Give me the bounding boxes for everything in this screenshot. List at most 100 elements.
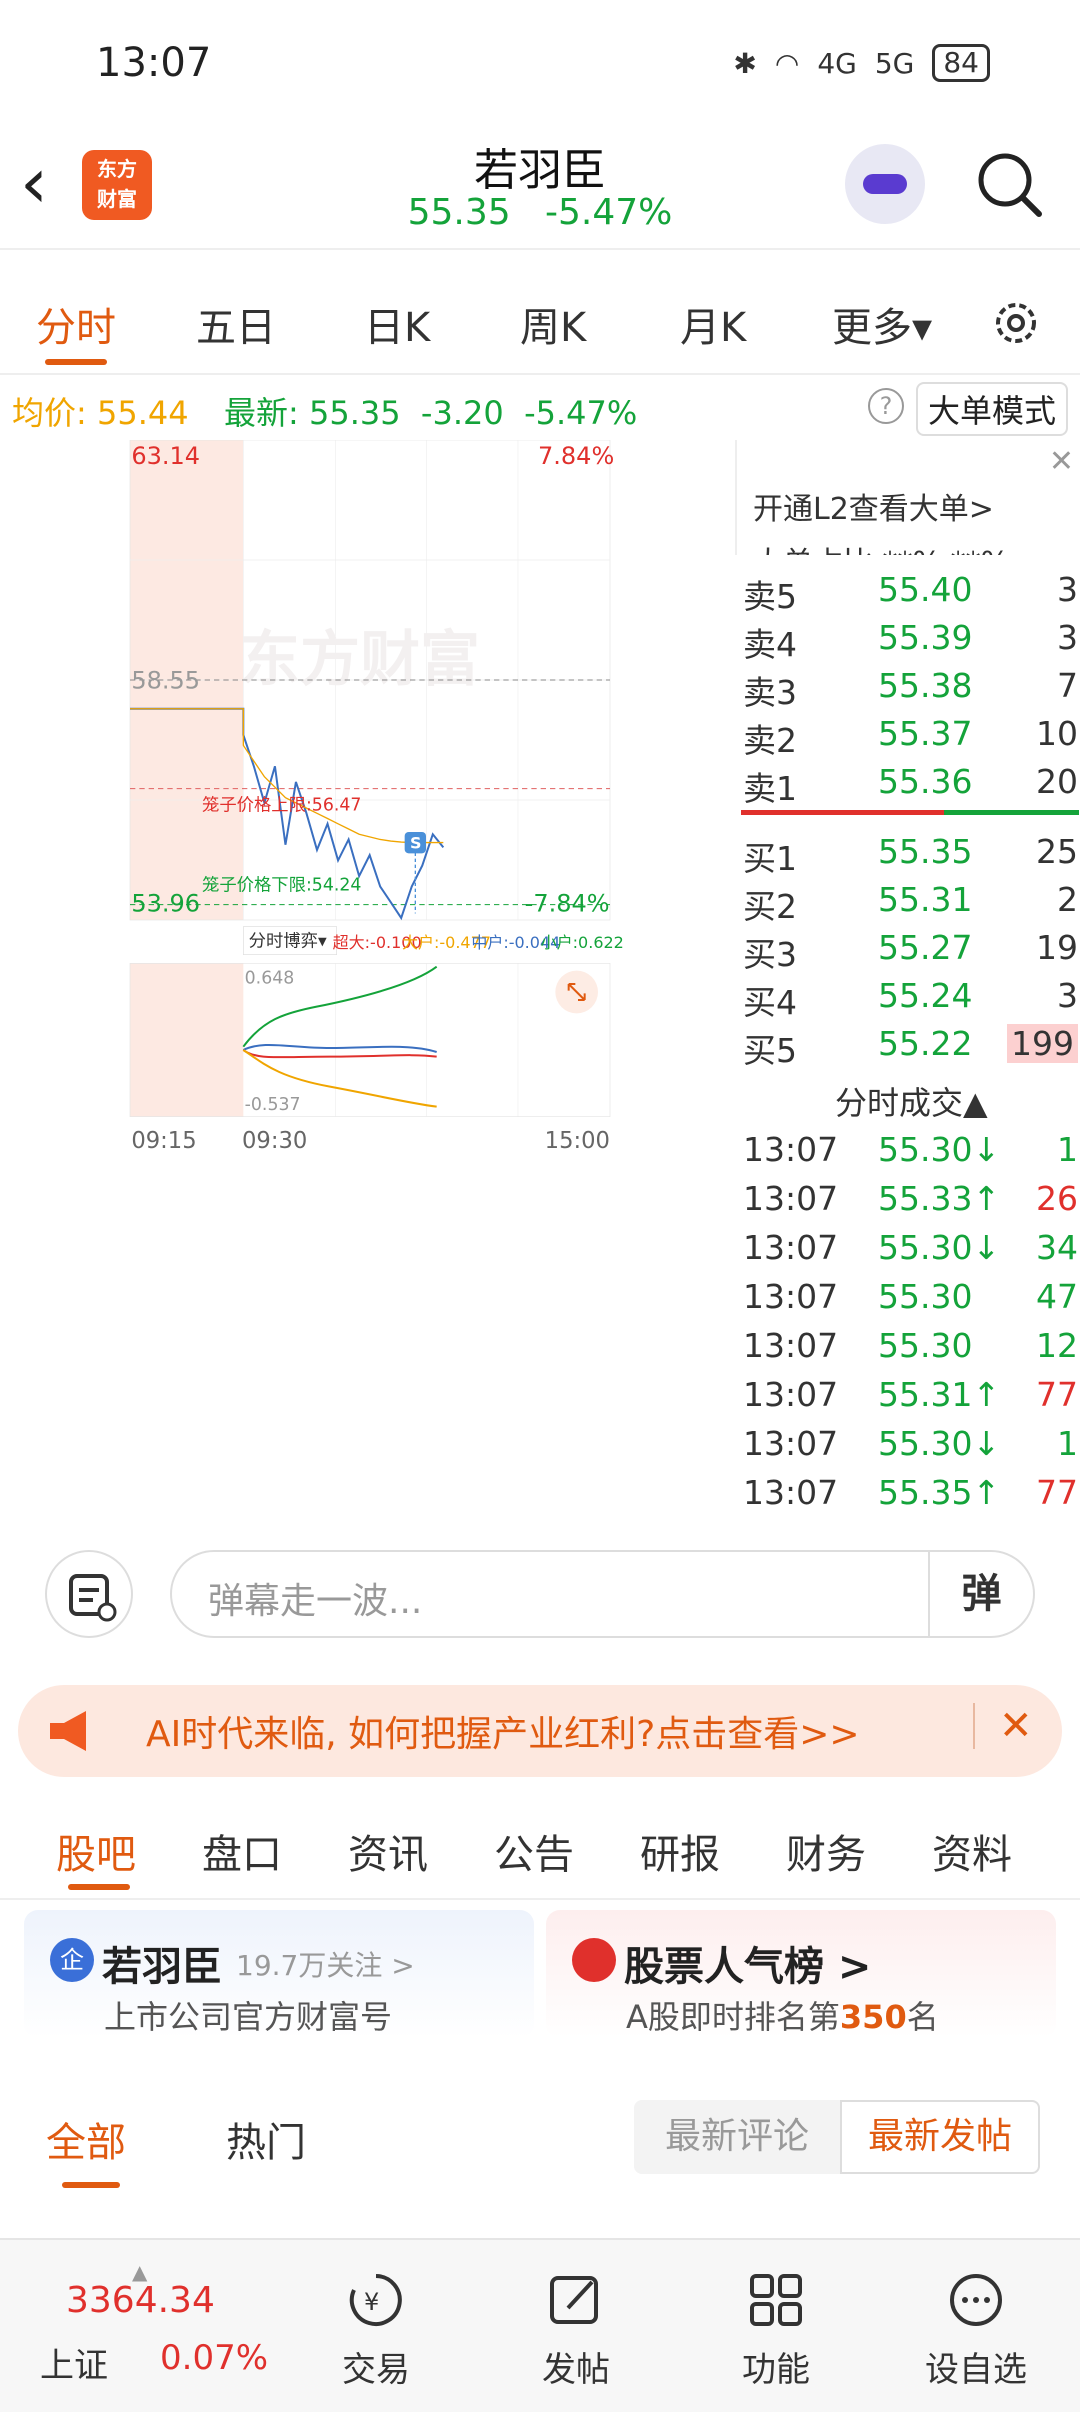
row-volume: 3 bbox=[1057, 976, 1078, 1015]
company-badge-icon: 企 bbox=[50, 1938, 94, 1982]
post-icon bbox=[550, 2276, 598, 2324]
nav-post[interactable]: 发帖 bbox=[516, 2270, 636, 2391]
nav-trade[interactable]: ¥ 交易 bbox=[316, 2270, 436, 2391]
game-dropdown[interactable]: 分时博弈▾ bbox=[249, 932, 327, 952]
row-volume: 2 bbox=[1057, 880, 1078, 919]
ask-row[interactable]: 卖1 55.36 20 bbox=[743, 762, 1078, 810]
nav-functions-label: 功能 bbox=[742, 2350, 810, 2390]
tab-research[interactable]: 研报 bbox=[640, 1822, 720, 1880]
row-price: 55.30↓ bbox=[878, 1424, 1001, 1463]
tab-guba[interactable]: 股吧 bbox=[56, 1822, 136, 1880]
close-icon[interactable]: ✕ bbox=[973, 1703, 1033, 1749]
row-volume: 19 bbox=[1036, 928, 1078, 967]
close-icon[interactable]: ✕ bbox=[1049, 444, 1074, 479]
sort-latest-comment[interactable]: 最新评论 bbox=[634, 2100, 840, 2174]
trades-title[interactable]: 分时成交▲ bbox=[835, 1078, 988, 1124]
trade-row[interactable]: 13:07 55.30 47 bbox=[743, 1277, 1078, 1325]
row-volume: 25 bbox=[1036, 832, 1078, 871]
bid-row[interactable]: 买5 55.22 199 bbox=[743, 1024, 1078, 1072]
ask-row[interactable]: 卖3 55.38 7 bbox=[743, 666, 1078, 714]
info-cards: 企 若羽臣 19.7万关注 > 上市公司官方财富号 股票人气榜 > A股即时排名… bbox=[0, 1910, 1080, 2050]
tab-daily-k[interactable]: 日K bbox=[364, 295, 430, 353]
l2-promo-text[interactable]: 开通L2查看大单> bbox=[753, 484, 994, 528]
tab-all[interactable]: 全部 bbox=[46, 2110, 126, 2168]
barrage-settings-icon[interactable] bbox=[45, 1550, 133, 1638]
tab-hot[interactable]: 热门 bbox=[226, 2110, 306, 2168]
l2-promo[interactable]: 开通L2查看大单> 大单占比 **% **% ✕ bbox=[735, 440, 1080, 555]
nav-add-watchlist[interactable]: 设自选 bbox=[916, 2270, 1036, 2391]
trade-row[interactable]: 13:07 55.30↓ 34 bbox=[743, 1228, 1078, 1276]
row-price: 55.30 bbox=[878, 1326, 973, 1365]
row-volume: 26 bbox=[1036, 1179, 1078, 1218]
trade-row[interactable]: 13:07 55.30↓ 1 bbox=[743, 1424, 1078, 1472]
row-label: 13:07 bbox=[743, 1424, 839, 1463]
tab-news[interactable]: 资讯 bbox=[348, 1822, 428, 1880]
big-order-mode-button[interactable]: 大单模式 bbox=[916, 382, 1069, 436]
bid-row[interactable]: 买1 55.35 25 bbox=[743, 832, 1078, 880]
row-label: 卖2 bbox=[743, 721, 797, 760]
barrage-send-button[interactable]: 弹 bbox=[928, 1552, 1033, 1636]
barrage-bar: 弹幕走一波... 弹 bbox=[0, 1545, 1080, 1655]
tab-intraday[interactable]: 分时 bbox=[36, 295, 116, 353]
row-label: 13:07 bbox=[743, 1326, 839, 1365]
trade-row[interactable]: 13:07 55.30↓ 1 bbox=[743, 1130, 1078, 1178]
row-price: 55.27 bbox=[878, 928, 973, 967]
trade-row[interactable]: 13:07 55.30 12 bbox=[743, 1326, 1078, 1374]
search-icon[interactable] bbox=[975, 150, 1045, 220]
row-price: 55.35 bbox=[878, 832, 973, 871]
status-time: 13:07 bbox=[96, 40, 212, 86]
index-pct: 0.07% bbox=[160, 2338, 269, 2378]
company-desc: 上市公司官方财富号 bbox=[104, 1998, 393, 2036]
barrage-input[interactable]: 弹幕走一波... 弹 bbox=[170, 1550, 1035, 1638]
trade-row[interactable]: 13:07 55.31↑ 77 bbox=[743, 1375, 1078, 1423]
row-price: 55.22 bbox=[878, 1024, 973, 1063]
promo-text[interactable]: AI时代来临, 如何把握产业红利?点击查看>> bbox=[146, 1705, 860, 1757]
row-label: 买5 bbox=[743, 1031, 797, 1070]
row-label: 13:07 bbox=[743, 1179, 839, 1218]
trade-row[interactable]: 13:07 55.35↑ 77 bbox=[743, 1473, 1078, 1521]
tab-announcements[interactable]: 公告 bbox=[494, 1822, 574, 1880]
barrage-placeholder: 弹幕走一波... bbox=[208, 1581, 423, 1622]
sort-latest-post[interactable]: 最新发帖 bbox=[840, 2100, 1040, 2174]
popularity-card[interactable]: 股票人气榜 > A股即时排名第350名 bbox=[546, 1910, 1056, 2038]
latest-value: 55.35 bbox=[308, 394, 401, 432]
ask-row[interactable]: 卖5 55.40 3 bbox=[743, 570, 1078, 618]
nav-trade-label: 交易 bbox=[342, 2350, 410, 2390]
grid-icon bbox=[750, 2274, 802, 2326]
tab-profile[interactable]: 资料 bbox=[932, 1822, 1012, 1880]
help-icon[interactable]: ? bbox=[868, 388, 904, 424]
bid-row[interactable]: 买3 55.27 19 bbox=[743, 928, 1078, 976]
ai-assistant-icon[interactable] bbox=[845, 144, 925, 224]
tab-five-day[interactable]: 五日 bbox=[196, 295, 276, 353]
tab-pankou[interactable]: 盘口 bbox=[202, 1822, 282, 1880]
index-ticker[interactable]: ▲ 3364.34 上证 0.07% bbox=[40, 2260, 270, 2400]
ask-row[interactable]: 卖2 55.37 10 bbox=[743, 714, 1078, 762]
row-label: 13:07 bbox=[743, 1473, 839, 1512]
nav-functions[interactable]: 功能 bbox=[716, 2270, 836, 2391]
intraday-chart[interactable]: 东方财富 S 63.14 7.84% 58.55 53.96 -7.84% 笼子… bbox=[10, 440, 730, 1160]
tab-weekly-k[interactable]: 周K bbox=[520, 295, 586, 353]
row-price: 55.31 bbox=[878, 880, 973, 919]
s-marker[interactable]: S bbox=[410, 834, 422, 853]
active-tab-indicator bbox=[45, 359, 107, 365]
tab-monthly-k[interactable]: 月K bbox=[680, 295, 746, 353]
bid-row[interactable]: 买2 55.31 2 bbox=[743, 880, 1078, 928]
row-volume: 77 bbox=[1036, 1375, 1078, 1414]
trade-row[interactable]: 13:07 55.33↑ 26 bbox=[743, 1179, 1078, 1227]
promo-banner[interactable]: AI时代来临, 如何把握产业红利?点击查看>> ✕ bbox=[18, 1685, 1062, 1777]
bottom-nav: ▲ 3364.34 上证 0.07% ¥ 交易 发帖 功能 设自选 bbox=[0, 2238, 1080, 2412]
tab-finance[interactable]: 财务 bbox=[786, 1822, 866, 1880]
bid-row[interactable]: 买4 55.24 3 bbox=[743, 976, 1078, 1024]
rank-suffix: 名 bbox=[906, 1998, 939, 2036]
popularity-desc: A股即时排名第350名 bbox=[626, 1992, 939, 2038]
section-tabs: 股吧 盘口 资讯 公告 研报 财务 资料 bbox=[0, 1800, 1080, 1900]
row-price: 55.30 bbox=[878, 1277, 973, 1316]
latest-price: 最新: 55.35 -3.20 -5.47% bbox=[224, 388, 637, 434]
tab-more[interactable]: 更多▾ bbox=[832, 295, 932, 353]
company-card[interactable]: 企 若羽臣 19.7万关注 > 上市公司官方财富号 bbox=[24, 1910, 534, 2038]
gear-icon[interactable] bbox=[990, 297, 1042, 349]
ask-row[interactable]: 卖4 55.39 3 bbox=[743, 618, 1078, 666]
active-tab-indicator bbox=[62, 2182, 120, 2188]
sub-line-super bbox=[242, 1049, 437, 1059]
chart-y-high: 63.14 bbox=[131, 442, 200, 470]
